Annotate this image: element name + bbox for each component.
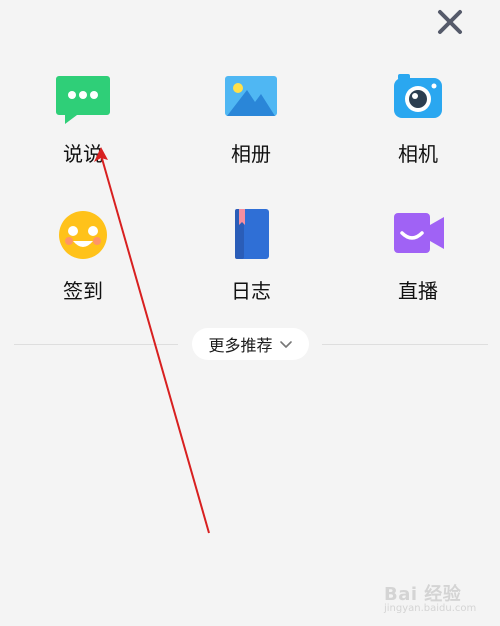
tile-live[interactable]: 直播 — [358, 209, 478, 329]
journal-book-icon — [221, 209, 281, 265]
smiley-face-icon — [53, 209, 113, 265]
tile-label: 相机 — [398, 142, 438, 166]
tile-label: 说说 — [63, 142, 103, 166]
tile-label: 直播 — [398, 279, 438, 303]
camera-icon — [388, 72, 448, 128]
photo-album-icon — [221, 72, 281, 128]
baidu-watermark: Bai 经验 jingyan.baidu.com — [380, 572, 490, 618]
chat-bubble-icon — [53, 72, 113, 128]
close-button[interactable] — [434, 6, 466, 38]
tile-album[interactable]: 相册 — [191, 72, 311, 192]
tile-journal[interactable]: 日志 — [191, 209, 311, 329]
tile-checkin[interactable]: 签到 — [23, 209, 143, 329]
tile-label: 日志 — [231, 279, 271, 303]
more-recommendations-button[interactable]: 更多推荐 — [192, 328, 309, 360]
divider-right — [322, 344, 488, 345]
watermark-subtext: jingyan.baidu.com — [384, 603, 477, 614]
close-icon — [438, 10, 462, 34]
more-recommendations-label: 更多推荐 — [208, 336, 273, 355]
tile-shuoshuo[interactable]: 说说 — [23, 72, 143, 192]
tile-label: 相册 — [231, 142, 271, 166]
video-camera-icon — [388, 209, 448, 265]
chevron-down-icon — [279, 341, 292, 348]
tile-label: 签到 — [63, 279, 103, 303]
tile-camera[interactable]: 相机 — [358, 72, 478, 192]
divider-left — [14, 344, 178, 345]
